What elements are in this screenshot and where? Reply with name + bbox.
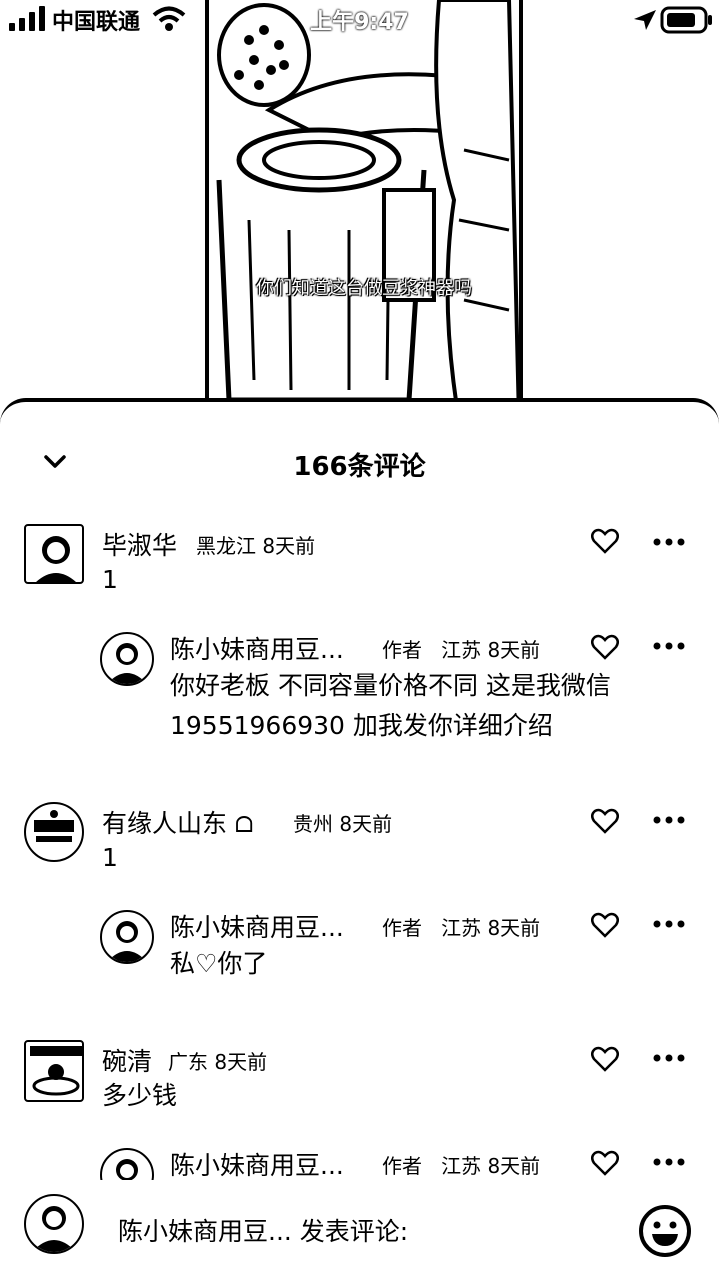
reply-meta: 作者 江苏 8天前	[382, 1150, 540, 1179]
reply-meta: 作者 江苏 8天前	[382, 912, 540, 941]
more-horizontal-icon[interactable]	[653, 538, 685, 546]
emoji-icon[interactable]	[638, 1204, 692, 1258]
heart-outline-icon[interactable]	[591, 808, 619, 834]
commenter-name[interactable]: 有缘人山东 ᗝ	[102, 804, 253, 840]
status-time: 上午9:47	[310, 10, 409, 35]
comment-text: 1	[102, 843, 118, 872]
comment-text: 1	[102, 565, 118, 594]
author-tag: 作者	[382, 916, 422, 940]
reply-author-name[interactable]: 陈小妹商用豆...	[170, 908, 344, 944]
author-tag: 作者	[382, 1154, 422, 1178]
more-horizontal-icon[interactable]	[653, 1054, 685, 1062]
comment-location: 广东	[168, 1050, 208, 1074]
heart-outline-icon[interactable]	[591, 634, 619, 660]
comment-composer: 陈小妹商用豆... 发表评论:	[0, 1180, 719, 1280]
avatar[interactable]	[24, 802, 84, 862]
reply-item[interactable]: 陈小妹商用豆... 作者 江苏 8天前	[0, 1142, 719, 1180]
avatar[interactable]	[100, 632, 154, 686]
avatar[interactable]	[24, 1040, 84, 1102]
reply-name[interactable]: 陈小妹商用豆...	[170, 1151, 344, 1180]
battery-icon	[660, 6, 712, 34]
comment-meta: 贵州 8天前	[293, 808, 392, 837]
heart-outline-icon[interactable]	[591, 1046, 619, 1072]
comment-meta: 广东 8天前	[168, 1046, 267, 1075]
comment-input[interactable]: 陈小妹商用豆... 发表评论:	[118, 1212, 408, 1248]
comment-location: 江苏	[441, 916, 482, 940]
sheet-header: 166条评论	[0, 446, 719, 486]
comment-time: 8天前	[487, 916, 541, 940]
comment-text: 私♡你了	[170, 949, 268, 978]
reply-author-name[interactable]: 陈小妹商用豆...	[170, 1146, 344, 1180]
status-bar: 中国联通 上午9:47	[0, 0, 719, 40]
comment-time: 8天前	[487, 638, 541, 662]
comment-time: 8天前	[339, 812, 393, 836]
comment-text: 多少钱	[102, 1081, 178, 1110]
comment-time: 8天前	[487, 1154, 541, 1178]
video-player[interactable]: 你们知道这台做豆浆神器吗	[205, 0, 523, 420]
reply-name[interactable]: 陈小妹商用豆...	[170, 635, 344, 664]
video-frame-illustration	[209, 0, 519, 420]
commenter-name[interactable]: 碗清	[102, 1042, 152, 1078]
comment-time: 8天前	[262, 534, 316, 558]
more-horizontal-icon[interactable]	[653, 1158, 685, 1166]
commenter-name-text[interactable]: 有缘人山东	[102, 809, 227, 838]
comment-meta: 黑龙江 8天前	[196, 530, 315, 559]
reply-meta: 作者 江苏 8天前	[382, 634, 540, 663]
comment-location: 江苏	[441, 1154, 482, 1178]
reply-name[interactable]: 陈小妹商用豆...	[170, 913, 344, 942]
comment-location: 贵州	[293, 812, 333, 836]
user-badge-icon: ᗝ	[234, 813, 254, 838]
comment-location: 黑龙江	[196, 534, 256, 558]
avatar[interactable]	[100, 910, 154, 964]
comment-time: 8天前	[214, 1050, 268, 1074]
more-horizontal-icon[interactable]	[653, 920, 685, 928]
heart-outline-icon[interactable]	[591, 912, 619, 938]
author-tag: 作者	[382, 638, 422, 662]
heart-outline-icon[interactable]	[591, 528, 619, 554]
my-avatar[interactable]	[24, 1194, 84, 1254]
avatar[interactable]	[24, 524, 84, 584]
reply-author-name[interactable]: 陈小妹商用豆...	[170, 630, 344, 666]
comment-count-title: 166条评论	[293, 452, 426, 482]
more-horizontal-icon[interactable]	[653, 816, 685, 824]
avatar[interactable]	[100, 1148, 154, 1180]
comment-text: 你好老板 不同容量价格不同 这是我微信 19551966930 加我发你详细介绍	[170, 671, 611, 740]
heart-outline-icon[interactable]	[591, 1150, 619, 1176]
comment-location: 江苏	[441, 638, 482, 662]
location-arrow-icon	[634, 10, 656, 30]
more-horizontal-icon[interactable]	[653, 642, 685, 650]
commenter-name[interactable]: 毕淑华	[102, 526, 177, 562]
video-caption: 你们知道这台做豆浆神器吗	[256, 278, 472, 299]
